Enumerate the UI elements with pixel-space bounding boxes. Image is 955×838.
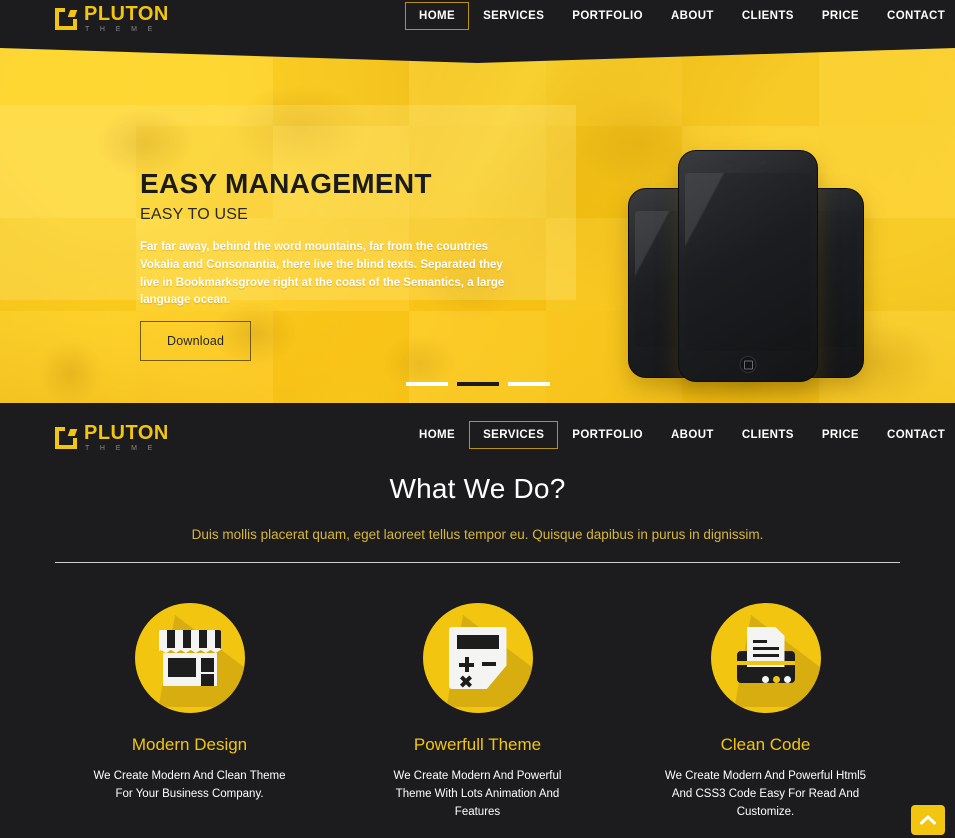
section-header: PLUTON T H E M E HOME SERVICES PORTFOLIO… (0, 403, 955, 465)
service-card-description: We Create Modern And Clean Theme For You… (93, 770, 286, 800)
nav-item-clients[interactable]: CLIENTS (728, 2, 808, 30)
printer-icon (710, 603, 821, 713)
nav-item-portfolio[interactable]: PORTFOLIO (558, 2, 657, 30)
hero-carousel: EASY MANAGEMENT EASY TO USE Far far away… (0, 33, 955, 403)
download-button[interactable]: Download (140, 321, 252, 361)
chevron-up-icon (920, 815, 936, 825)
phone-mockup-group (600, 128, 880, 388)
brand-name: PLUTON (84, 3, 169, 25)
subnav-item-price[interactable]: PRICE (808, 421, 873, 449)
top-navigation: HOME SERVICES PORTFOLIO ABOUT CLIENTS PR… (405, 2, 955, 30)
subnav-item-services[interactable]: SERVICES (469, 421, 559, 449)
nav-item-home[interactable]: HOME (405, 2, 470, 30)
subnav-item-home[interactable]: HOME (405, 421, 469, 449)
hero-description: Far far away, behind the word mountains,… (140, 241, 505, 307)
nav-item-services[interactable]: SERVICES (469, 2, 558, 30)
nav-item-price[interactable]: PRICE (808, 2, 873, 30)
subnav-item-portfolio[interactable]: PORTFOLIO (558, 421, 657, 449)
bracket-logo-icon (55, 426, 78, 449)
section-divider (55, 562, 900, 563)
brand-tagline: T H E M E (85, 26, 157, 33)
service-card[interactable]: Powerfull Theme We Create Modern And Pow… (334, 603, 622, 821)
service-card-title: Powerfull Theme (413, 735, 542, 754)
services-section: What We Do? Duis mollis placerat quam, e… (0, 465, 955, 821)
calculator-icon (422, 603, 533, 713)
section-navigation: HOME SERVICES PORTFOLIO ABOUT CLIENTS PR… (405, 421, 955, 449)
subnav-item-clients[interactable]: CLIENTS (728, 421, 808, 449)
bracket-logo-icon (55, 7, 78, 30)
scroll-to-top-button[interactable] (911, 805, 945, 835)
service-card-description: We Create Modern And Powerful Theme With… (393, 770, 562, 818)
service-card-description: We Create Modern And Powerful Html5 And … (664, 770, 867, 818)
carousel-indicator-3[interactable] (507, 382, 550, 386)
top-header: PLUTON T H E M E HOME SERVICES PORTFOLIO… (0, 0, 955, 63)
brand-name: PLUTON (84, 422, 169, 444)
service-card-list: Modern Design We Create Modern And Clean… (0, 603, 955, 821)
hero-subtitle: EASY TO USE (140, 206, 249, 223)
nav-item-contact[interactable]: CONTACT (873, 2, 955, 30)
shop-icon (134, 603, 245, 713)
phone-mockup-center (678, 150, 818, 382)
service-card[interactable]: Modern Design We Create Modern And Clean… (46, 603, 334, 821)
brand-logo-secondary[interactable]: PLUTON T H E M E (55, 423, 169, 452)
subnav-item-contact[interactable]: CONTACT (873, 421, 955, 449)
section-title: What We Do? (389, 473, 566, 504)
service-card[interactable]: Clean Code We Create Modern And Powerful… (622, 603, 910, 821)
subnav-item-about[interactable]: ABOUT (657, 421, 728, 449)
service-card-title: Clean Code (720, 735, 811, 754)
section-subtitle: Duis mollis placerat quam, eget laoreet … (191, 527, 764, 542)
brand-logo[interactable]: PLUTON T H E M E (55, 4, 169, 33)
carousel-indicators[interactable] (0, 382, 955, 386)
hero-title: EASY MANAGEMENT (140, 168, 432, 199)
nav-item-about[interactable]: ABOUT (657, 2, 728, 30)
service-card-title: Modern Design (131, 735, 248, 754)
carousel-indicator-1[interactable] (405, 382, 448, 386)
brand-tagline: T H E M E (85, 445, 157, 452)
page-root: EASY MANAGEMENT EASY TO USE Far far away… (0, 0, 955, 838)
carousel-indicator-2[interactable] (456, 382, 499, 386)
